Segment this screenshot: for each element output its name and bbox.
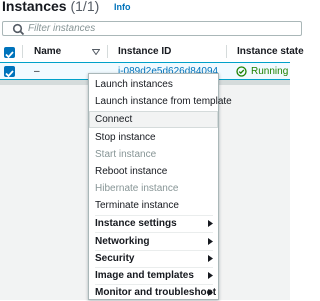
menu-item-image-and-templates[interactable]: Image and templates — [89, 267, 218, 284]
menu-item-stop-instance[interactable]: Stop instance — [89, 129, 218, 146]
menu-item-label: Launch instance from template — [95, 96, 232, 107]
column-divider — [226, 45, 227, 58]
submenu-arrow-icon — [208, 238, 213, 245]
menu-item-label: Instance settings — [95, 218, 177, 229]
menu-item-start-instance: Start instance — [89, 146, 218, 163]
menu-item-monitor-and-troubleshoot[interactable]: Monitor and troubleshoot — [89, 284, 218, 301]
menu-item-instance-settings[interactable]: Instance settings — [89, 215, 218, 232]
menu-item-label: Connect — [95, 114, 133, 125]
menu-item-label: Launch instances — [95, 79, 173, 90]
menu-item-label: Image and templates — [95, 270, 194, 281]
menu-item-security[interactable]: Security — [89, 250, 218, 267]
menu-item-connect[interactable]: Connect — [89, 111, 218, 128]
table-header: Name Instance ID Instance state — [0, 42, 304, 63]
check-icon — [5, 70, 14, 78]
menu-item-label: Start instance — [95, 149, 157, 160]
submenu-arrow-icon — [208, 289, 213, 296]
column-divider — [107, 45, 108, 58]
menu-item-label: Reboot instance — [95, 166, 168, 177]
menu-item-label: Stop instance — [95, 132, 156, 143]
sort-descending-icon[interactable] — [92, 49, 100, 55]
column-header-instance-state[interactable]: Instance state — [237, 46, 304, 57]
menu-item-label: Terminate instance — [95, 200, 179, 211]
menu-item-label: Networking — [95, 236, 150, 247]
menu-item-label: Monitor and troubleshoot — [95, 287, 217, 298]
info-link[interactable]: Info — [114, 2, 131, 12]
column-divider — [22, 45, 23, 58]
check-icon — [5, 51, 14, 59]
filter-placeholder: Filter instances — [28, 23, 96, 34]
page-title: Instances (1/1) — [2, 0, 99, 14]
menu-item-launch-from-template[interactable]: Launch instance from template — [89, 93, 232, 110]
menu-item-launch-instances[interactable]: Launch instances — [89, 76, 218, 93]
search-icon — [12, 23, 25, 36]
row-checkbox[interactable] — [4, 66, 15, 78]
menu-item-terminate-instance[interactable]: Terminate instance — [89, 197, 218, 214]
select-all-checkbox[interactable] — [4, 47, 15, 59]
submenu-arrow-icon — [208, 255, 213, 262]
instance-name: – — [34, 66, 40, 77]
page-header: Instances (1/1) Info — [0, 0, 290, 16]
menu-item-hibernate-instance: Hibernate instance — [89, 180, 218, 197]
submenu-arrow-icon — [208, 272, 213, 279]
status-running-icon — [236, 66, 247, 77]
page-title-text: Instances — [2, 0, 67, 14]
instance-state: Running — [251, 66, 289, 77]
menu-item-networking[interactable]: Networking — [89, 233, 218, 250]
submenu-arrow-icon — [208, 220, 213, 227]
column-header-name[interactable]: Name — [34, 46, 61, 57]
menu-item-reboot-instance[interactable]: Reboot instance — [89, 163, 218, 180]
instance-actions-menu: Launch instances Launch instance from te… — [88, 73, 232, 301]
selection-count: (1/1) — [70, 0, 100, 14]
filter-instances-input[interactable]: Filter instances — [2, 21, 302, 36]
column-header-instance-id[interactable]: Instance ID — [118, 46, 171, 57]
menu-item-label: Security — [95, 253, 135, 264]
menu-item-label: Hibernate instance — [95, 183, 179, 194]
